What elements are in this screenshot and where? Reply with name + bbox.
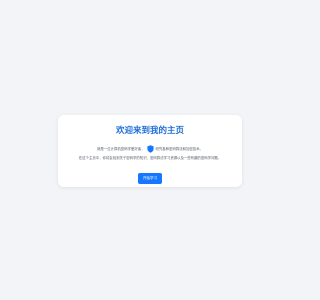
intro-text-before-icon: 我是一位计算机密码学爱好者， (97, 147, 145, 151)
welcome-card: 欢迎来到我的主页 我是一位计算机密码学爱好者， 研究各种密码算法和加密技术。 在这… (58, 115, 242, 187)
intro-line: 我是一位计算机密码学爱好者， 研究各种密码算法和加密技术。 (58, 145, 242, 153)
start-learning-button[interactable]: 开始学习 (138, 173, 162, 184)
shield-icon (146, 145, 154, 153)
page-title: 欢迎来到我的主页 (115, 126, 184, 136)
intro-text-after-icon: 研究各种密码算法和加密技术。 (155, 147, 203, 151)
page: 欢迎来到我的主页 我是一位计算机密码学爱好者， 研究各种密码算法和加密技术。 在这… (0, 0, 300, 300)
description-text: 在这个主页中，你将会找到关于密码学的知识、密码算法学习资源以及一些有趣的密码学问… (78, 156, 222, 160)
